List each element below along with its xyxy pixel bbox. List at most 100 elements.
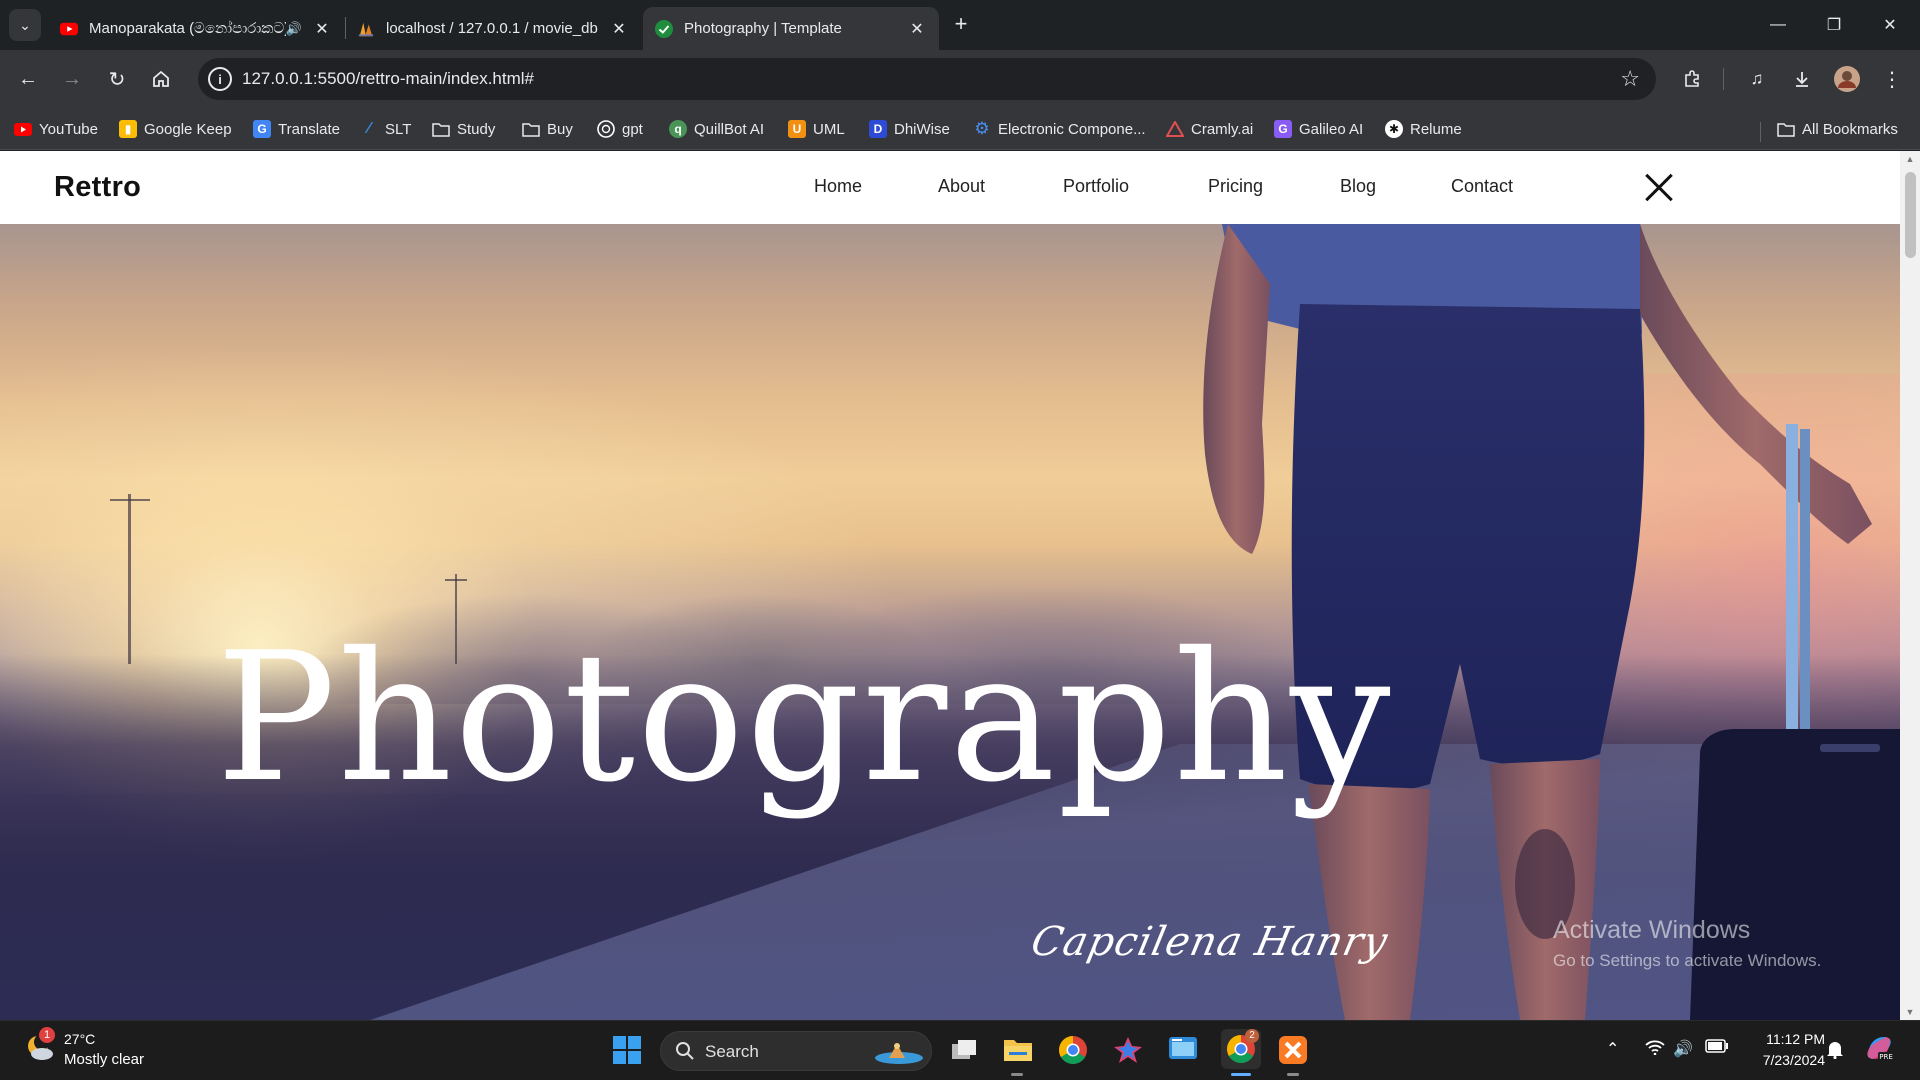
- bookmark-galileo[interactable]: G Galileo AI: [1274, 117, 1363, 141]
- phpmyadmin-icon: [357, 20, 375, 38]
- nav-contact[interactable]: Contact: [1451, 176, 1513, 197]
- battery-icon[interactable]: [1705, 1039, 1729, 1058]
- scroll-thumb[interactable]: [1905, 172, 1916, 258]
- close-icon[interactable]: ✕: [609, 19, 629, 39]
- minimize-icon: —: [1770, 16, 1786, 33]
- bookmark-electronic-components[interactable]: ⚙ Electronic Compone...: [973, 117, 1145, 141]
- media-controls-button[interactable]: ♫: [1741, 63, 1773, 95]
- bookmark-gpt[interactable]: gpt: [597, 117, 643, 141]
- home-button[interactable]: [145, 63, 177, 95]
- weather-temperature: 27°C: [64, 1031, 96, 1047]
- site-logo[interactable]: Rettro: [54, 171, 141, 204]
- translate-icon: G: [253, 120, 271, 138]
- speaker-icon[interactable]: 🔊: [286, 21, 302, 37]
- weather-badge: 1: [39, 1027, 55, 1043]
- slt-icon: ⁄: [367, 120, 371, 137]
- chrome-active-button[interactable]: 2: [1221, 1029, 1261, 1069]
- folder-icon: [1777, 120, 1795, 138]
- bookmark-folder-buy[interactable]: Buy: [522, 117, 573, 141]
- new-tab-button[interactable]: +: [947, 10, 975, 38]
- bookmark-quillbot[interactable]: q QuillBot AI: [669, 117, 764, 141]
- extensions-button[interactable]: [1676, 63, 1708, 95]
- windows-taskbar: 1 27°C Mostly clear Search 2 ⌃ 🔊 11:12 P…: [0, 1020, 1920, 1080]
- tray-overflow-icon[interactable]: ⌃: [1606, 1039, 1619, 1059]
- star-app-icon: [1114, 1037, 1142, 1063]
- menu-button[interactable]: ⋮: [1876, 63, 1908, 95]
- bookmarks-bar: YouTube ▮ Google Keep G Translate ⁄ SLT Stu…: [0, 108, 1920, 150]
- galileo-icon: G: [1274, 120, 1292, 138]
- reload-icon: ↻: [108, 68, 126, 91]
- browser-toolbar: ← → ↻ i 127.0.0.1:5500/rettro-main/index…: [0, 50, 1920, 108]
- scroll-up-icon[interactable]: ▲: [1900, 151, 1920, 167]
- start-button[interactable]: [610, 1033, 644, 1067]
- chrome-badge: 2: [1245, 1029, 1259, 1043]
- windows-icon: [613, 1036, 641, 1064]
- bookmark-dhiwise[interactable]: D DhiWise: [869, 117, 950, 141]
- search-icon: [676, 1042, 694, 1060]
- task-view-button[interactable]: [947, 1033, 981, 1067]
- copilot-icon[interactable]: PRE: [1864, 1033, 1894, 1068]
- minimize-button[interactable]: —: [1750, 0, 1806, 50]
- info-icon[interactable]: i: [208, 67, 232, 91]
- nav-about[interactable]: About: [938, 176, 985, 197]
- tab-strip: ⌄ Manoparakata (මනෝපාරාකට) 🔊 ✕ localhost…: [0, 0, 1920, 50]
- plus-icon: +: [954, 11, 968, 36]
- chrome-button[interactable]: [1056, 1033, 1090, 1067]
- home-icon: [153, 70, 169, 87]
- tab-phpmyadmin[interactable]: localhost / 127.0.0.1 / movie_db ✕: [345, 7, 641, 50]
- arrow-right-icon: →: [62, 67, 82, 90]
- dhiwise-icon: D: [869, 120, 887, 138]
- back-button[interactable]: ←: [12, 63, 44, 95]
- forward-button[interactable]: →: [56, 63, 88, 95]
- volume-icon[interactable]: 🔊: [1673, 1039, 1693, 1059]
- close-icon[interactable]: ✕: [907, 19, 927, 39]
- cramly-icon: [1166, 120, 1184, 138]
- hero-title: Photography: [216, 614, 1393, 821]
- close-icon[interactable]: ✕: [312, 19, 332, 39]
- download-icon: [1796, 72, 1808, 87]
- bookmark-youtube[interactable]: YouTube: [14, 117, 98, 141]
- file-explorer-button[interactable]: [1001, 1033, 1035, 1067]
- all-bookmarks[interactable]: All Bookmarks: [1777, 117, 1898, 141]
- downloads-button[interactable]: [1786, 63, 1818, 95]
- nav-home[interactable]: Home: [814, 176, 862, 197]
- taskbar-search[interactable]: Search: [660, 1031, 932, 1071]
- xampp-icon: [1279, 1036, 1307, 1064]
- close-icon: ✕: [1883, 17, 1897, 34]
- app-screen-button[interactable]: [1166, 1033, 1200, 1067]
- bookmark-slt[interactable]: ⁄ SLT: [360, 117, 412, 141]
- tab-search-button[interactable]: ⌄: [9, 9, 41, 41]
- close-window-button[interactable]: ✕: [1862, 0, 1918, 50]
- hero-section: Photography Capcilena Hanry: [0, 224, 1900, 1020]
- arrow-left-icon: ←: [18, 67, 38, 90]
- clock-time[interactable]: 11:12 PM: [1749, 1031, 1825, 1047]
- address-bar[interactable]: i 127.0.0.1:5500/rettro-main/index.html#…: [198, 58, 1656, 100]
- app-photos-button[interactable]: [1111, 1033, 1145, 1067]
- svg-text:PRE: PRE: [1879, 1053, 1893, 1061]
- chevron-down-icon: ⌄: [19, 16, 31, 33]
- url-text[interactable]: 127.0.0.1:5500/rettro-main/index.html#: [242, 69, 534, 89]
- reload-button[interactable]: ↻: [101, 63, 133, 95]
- restore-button[interactable]: ❐: [1806, 0, 1862, 50]
- nav-blog[interactable]: Blog: [1340, 176, 1376, 197]
- wifi-icon[interactable]: [1645, 1039, 1665, 1060]
- keep-icon: ▮: [119, 120, 137, 138]
- menu-close-icon[interactable]: [1640, 169, 1678, 207]
- tab-youtube[interactable]: Manoparakata (මනෝපාරාකට) 🔊 ✕: [48, 7, 344, 50]
- scroll-down-icon[interactable]: ▼: [1900, 1004, 1920, 1020]
- notification-bell-icon[interactable]: [1826, 1039, 1844, 1064]
- app-xampp-button[interactable]: [1276, 1033, 1310, 1067]
- bookmark-google-keep[interactable]: ▮ Google Keep: [119, 117, 232, 141]
- bookmark-translate[interactable]: G Translate: [253, 117, 340, 141]
- clock-date[interactable]: 7/23/2024: [1739, 1052, 1825, 1068]
- bookmark-relume[interactable]: ✱ Relume: [1385, 117, 1462, 141]
- bookmark-folder-study[interactable]: Study: [432, 117, 495, 141]
- nav-portfolio[interactable]: Portfolio: [1063, 176, 1129, 197]
- page-scrollbar[interactable]: ▲ ▼: [1900, 151, 1920, 1020]
- nav-pricing[interactable]: Pricing: [1208, 176, 1263, 197]
- bookmark-cramly[interactable]: Cramly.ai: [1166, 117, 1253, 141]
- star-icon[interactable]: ☆: [1620, 66, 1640, 92]
- profile-button[interactable]: [1831, 63, 1863, 95]
- tab-photography-template[interactable]: Photography | Template ✕: [643, 7, 939, 50]
- bookmark-uml[interactable]: U UML: [788, 117, 845, 141]
